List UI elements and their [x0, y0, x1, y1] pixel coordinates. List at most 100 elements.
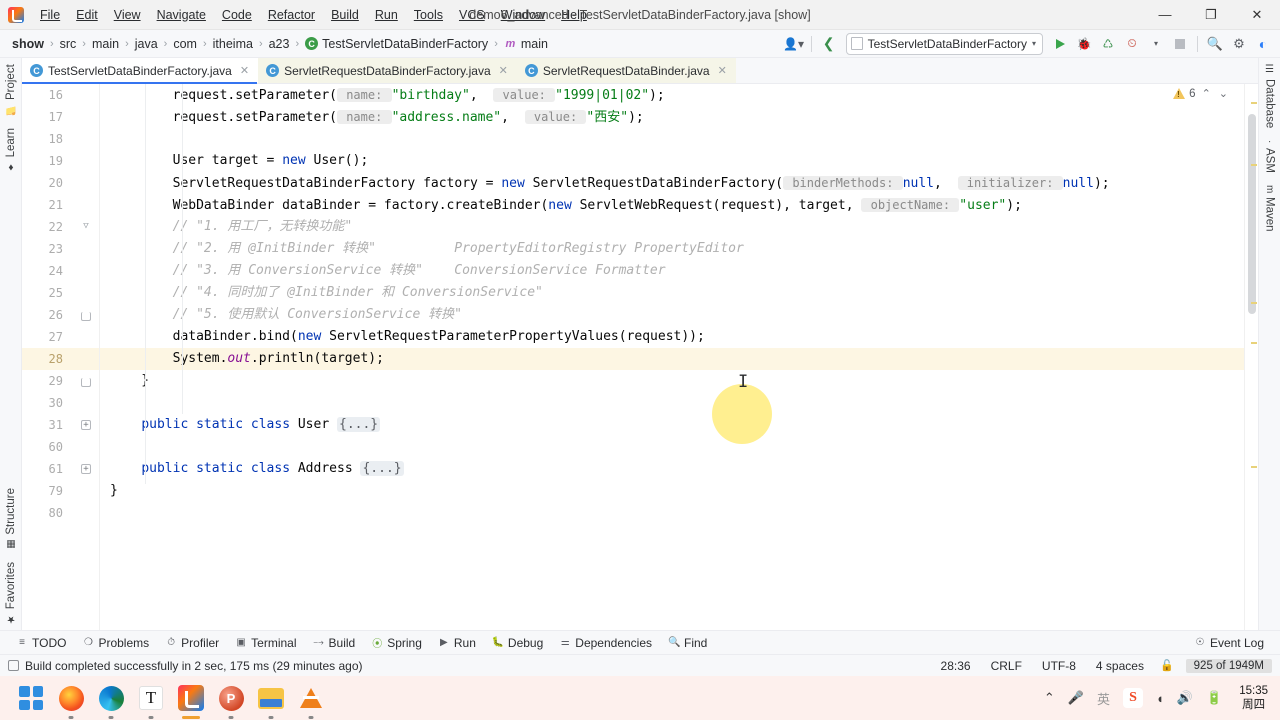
file-encoding[interactable]: UTF-8: [1038, 658, 1080, 674]
breadcrumb-com[interactable]: com: [169, 36, 201, 52]
search-everywhere-icon[interactable]: 🔍: [1204, 33, 1226, 55]
tab-test-servlet-data-binder-factory[interactable]: C TestServletDataBinderFactory.java ✕: [22, 58, 259, 84]
editor-scrollbar[interactable]: [1244, 84, 1258, 630]
breadcrumb-java[interactable]: java: [131, 36, 162, 52]
breadcrumb-class[interactable]: C TestServletDataBinderFactory: [301, 36, 492, 52]
fold-bracket-icon[interactable]: [81, 312, 91, 321]
run-button[interactable]: [1049, 33, 1071, 55]
gutter-line[interactable]: 26: [22, 304, 99, 326]
taskbar-edge[interactable]: [98, 685, 124, 711]
close-button[interactable]: ✕: [1234, 0, 1280, 30]
menu-build[interactable]: Build: [323, 4, 367, 26]
wifi-icon[interactable]: ◖: [1156, 691, 1164, 706]
sidebar-item-favorites[interactable]: ★ Favorites: [2, 556, 20, 630]
sidebar-item-asm[interactable]: · ASM: [1261, 134, 1279, 178]
editor-viewport[interactable]: 16 17 18 19 20 21 22 ▽ 23 24 25 26 27 28 29 30 31 +60 61 +7…: [22, 84, 1258, 630]
minimize-button[interactable]: —: [1142, 0, 1188, 30]
line-separator[interactable]: CRLF: [987, 658, 1026, 674]
tool-window-spring[interactable]: ⦿ Spring: [363, 633, 430, 652]
breadcrumb-itheima[interactable]: itheima: [209, 36, 257, 52]
warning-marker[interactable]: [1251, 102, 1257, 104]
code-line[interactable]: request.setParameter( name: "birthday", …: [100, 84, 1244, 106]
menu-help[interactable]: Help: [553, 4, 595, 26]
scrollbar-thumb[interactable]: [1248, 114, 1256, 314]
sidebar-item-structure[interactable]: ▦ Structure: [2, 482, 20, 556]
gutter-line[interactable]: 21: [22, 194, 99, 216]
editor-gutter[interactable]: 16 17 18 19 20 21 22 ▽ 23 24 25 26 27 28 29 30 31 +60 61 +7…: [22, 84, 100, 630]
tool-window-debug[interactable]: 🐛 Debug: [484, 634, 551, 652]
gutter-line[interactable]: 31 +: [22, 414, 99, 436]
caret-position[interactable]: 28:36: [937, 658, 975, 674]
code-line[interactable]: // "4. 同时加了 @InitBinder 和 ConversionServ…: [100, 282, 1244, 304]
code-line[interactable]: // "5. 使用默认 ConversionService 转换": [100, 304, 1244, 326]
tool-window-terminal[interactable]: ▣ Terminal: [227, 634, 304, 652]
gutter-line[interactable]: 29: [22, 370, 99, 392]
gutter-line[interactable]: 18: [22, 128, 99, 150]
maximize-button[interactable]: ❐: [1188, 0, 1234, 30]
taskbar-powerpoint[interactable]: P: [218, 685, 244, 711]
tool-window-problems[interactable]: ❍ Problems: [74, 634, 157, 652]
code-line[interactable]: User target = new User();: [100, 150, 1244, 172]
gutter-line[interactable]: 22 ▽: [22, 216, 99, 238]
menu-file[interactable]: File: [32, 4, 68, 26]
gutter-line[interactable]: 61 +: [22, 458, 99, 480]
code-line[interactable]: [100, 128, 1244, 150]
user-account-icon[interactable]: 👤▾: [783, 33, 805, 55]
run-configuration-selector[interactable]: TestServletDataBinderFactory ▾: [845, 32, 1043, 55]
gutter-line[interactable]: 27: [22, 326, 99, 348]
code-line[interactable]: public static class User {...}: [100, 414, 1244, 436]
back-arrow-icon[interactable]: ❮: [818, 33, 840, 55]
fold-chevron-icon[interactable]: ▽: [81, 222, 91, 232]
fold-expand-icon[interactable]: +: [81, 464, 91, 474]
code-line[interactable]: // "3. 用 ConversionService 转换" Conversio…: [100, 260, 1244, 282]
gutter-line[interactable]: 79: [22, 480, 99, 502]
sogou-input-icon[interactable]: S: [1122, 688, 1143, 708]
battery-icon[interactable]: 🔋: [1206, 690, 1222, 706]
sidebar-item-learn[interactable]: ♦ Learn: [2, 122, 20, 178]
code-line[interactable]: // "1. 用工厂，无转换功能": [100, 216, 1244, 238]
warning-marker[interactable]: [1251, 164, 1257, 166]
run-with-coverage-button[interactable]: ♺: [1097, 33, 1119, 55]
inspection-widget[interactable]: 6 ⌃ ⌄: [1173, 87, 1230, 100]
code-line[interactable]: dataBinder.bind(new ServletRequestParame…: [100, 326, 1244, 348]
taskbar-firefox[interactable]: [58, 685, 84, 711]
breadcrumb-method[interactable]: m main: [500, 36, 552, 52]
debug-button[interactable]: 🐞: [1073, 33, 1095, 55]
breadcrumb-a23[interactable]: a23: [265, 36, 294, 52]
gutter-line[interactable]: 16: [22, 84, 99, 106]
breadcrumb-show[interactable]: show: [8, 36, 48, 52]
gutter-line[interactable]: 25: [22, 282, 99, 304]
tab-close-icon[interactable]: ✕: [240, 64, 249, 77]
fold-bracket-icon[interactable]: [81, 378, 91, 387]
taskbar-intellij-idea[interactable]: [178, 685, 204, 711]
sidebar-item-database[interactable]: ☰ Database: [1261, 58, 1279, 134]
sidebar-item-maven[interactable]: m Maven: [1261, 179, 1279, 238]
gutter-line[interactable]: 19: [22, 150, 99, 172]
ime-language-icon[interactable]: 英: [1097, 689, 1110, 708]
tool-window-event-log[interactable]: ☉ Event Log: [1186, 634, 1272, 652]
code-line[interactable]: request.setParameter( name: "address.nam…: [100, 106, 1244, 128]
code-line[interactable]: [100, 502, 1244, 524]
breadcrumb-src[interactable]: src: [56, 36, 81, 52]
code-line[interactable]: [100, 436, 1244, 458]
menu-navigate[interactable]: Navigate: [149, 4, 214, 26]
tab-close-icon[interactable]: ✕: [718, 64, 727, 77]
volume-icon[interactable]: 🔊: [1177, 690, 1193, 706]
tool-window-find[interactable]: 🔍 Find: [660, 634, 715, 652]
code-editor[interactable]: request.setParameter( name: "birthday", …: [100, 84, 1244, 630]
gutter-line[interactable]: 24: [22, 260, 99, 282]
code-line[interactable]: }: [100, 370, 1244, 392]
gutter-line[interactable]: 60: [22, 436, 99, 458]
tool-window-run[interactable]: ▶ Run: [430, 634, 484, 652]
taskbar-typora[interactable]: T: [138, 685, 164, 711]
mic-icon[interactable]: 🎤: [1068, 690, 1084, 706]
previous-highlight-icon[interactable]: ⌃: [1200, 87, 1213, 100]
tab-servlet-request-data-binder[interactable]: C ServletRequestDataBinder.java ✕: [516, 58, 736, 83]
code-line[interactable]: [100, 392, 1244, 414]
gutter-line[interactable]: 30: [22, 392, 99, 414]
breadcrumb-main[interactable]: main: [88, 36, 123, 52]
code-line[interactable]: System.out.println(target);: [100, 348, 1244, 370]
tool-window-profiler[interactable]: ⏱ Profiler: [157, 634, 227, 652]
menu-view[interactable]: View: [106, 4, 149, 26]
indent-setting[interactable]: 4 spaces: [1092, 658, 1148, 674]
